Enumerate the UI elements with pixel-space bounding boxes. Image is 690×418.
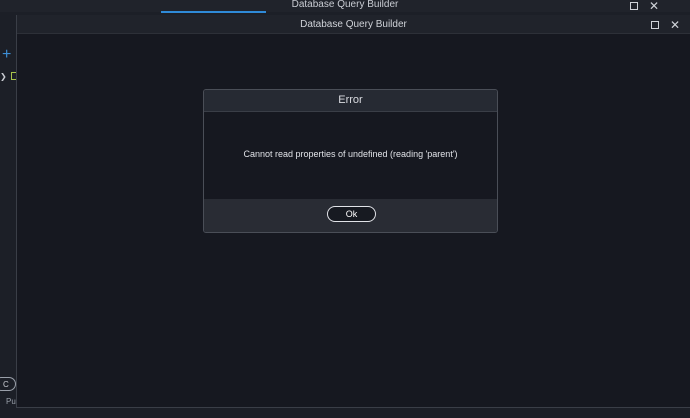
- dialog-header: Error: [204, 90, 497, 112]
- close-button[interactable]: ✕: [668, 18, 682, 31]
- background-sidebar: + ❯ C Pu: [0, 12, 17, 418]
- background-window-titlebar: Database Query Builder ✕: [0, 0, 690, 13]
- dialog-title: Error: [338, 94, 363, 106]
- ok-button[interactable]: Ok: [327, 206, 376, 222]
- background-maximize-button[interactable]: [627, 0, 641, 12]
- window-title: Database Query Builder: [300, 19, 407, 30]
- dialog-body: Cannot read properties of undefined (rea…: [204, 112, 497, 199]
- error-message: Cannot read properties of undefined (rea…: [243, 149, 458, 159]
- window-titlebar: Database Query Builder ✕: [17, 15, 690, 34]
- active-tab-indicator: [161, 11, 266, 13]
- background-window-title: Database Query Builder: [291, 0, 399, 10]
- error-dialog: Error Cannot read properties of undefine…: [203, 89, 498, 233]
- background-bottom-left-label: Pu: [6, 397, 16, 406]
- close-icon: ✕: [648, 0, 660, 13]
- close-icon: ✕: [669, 17, 681, 32]
- background-close-button[interactable]: ✕: [647, 0, 661, 12]
- maximize-icon: [651, 20, 659, 29]
- plus-icon[interactable]: +: [2, 47, 11, 63]
- maximize-button[interactable]: [648, 18, 662, 31]
- dialog-footer: Ok: [204, 199, 497, 232]
- maximize-icon: [630, 2, 638, 10]
- background-pill-label: C: [3, 380, 9, 389]
- background-pill-button[interactable]: C: [0, 377, 16, 391]
- chevron-down-icon[interactable]: ❯: [0, 72, 7, 81]
